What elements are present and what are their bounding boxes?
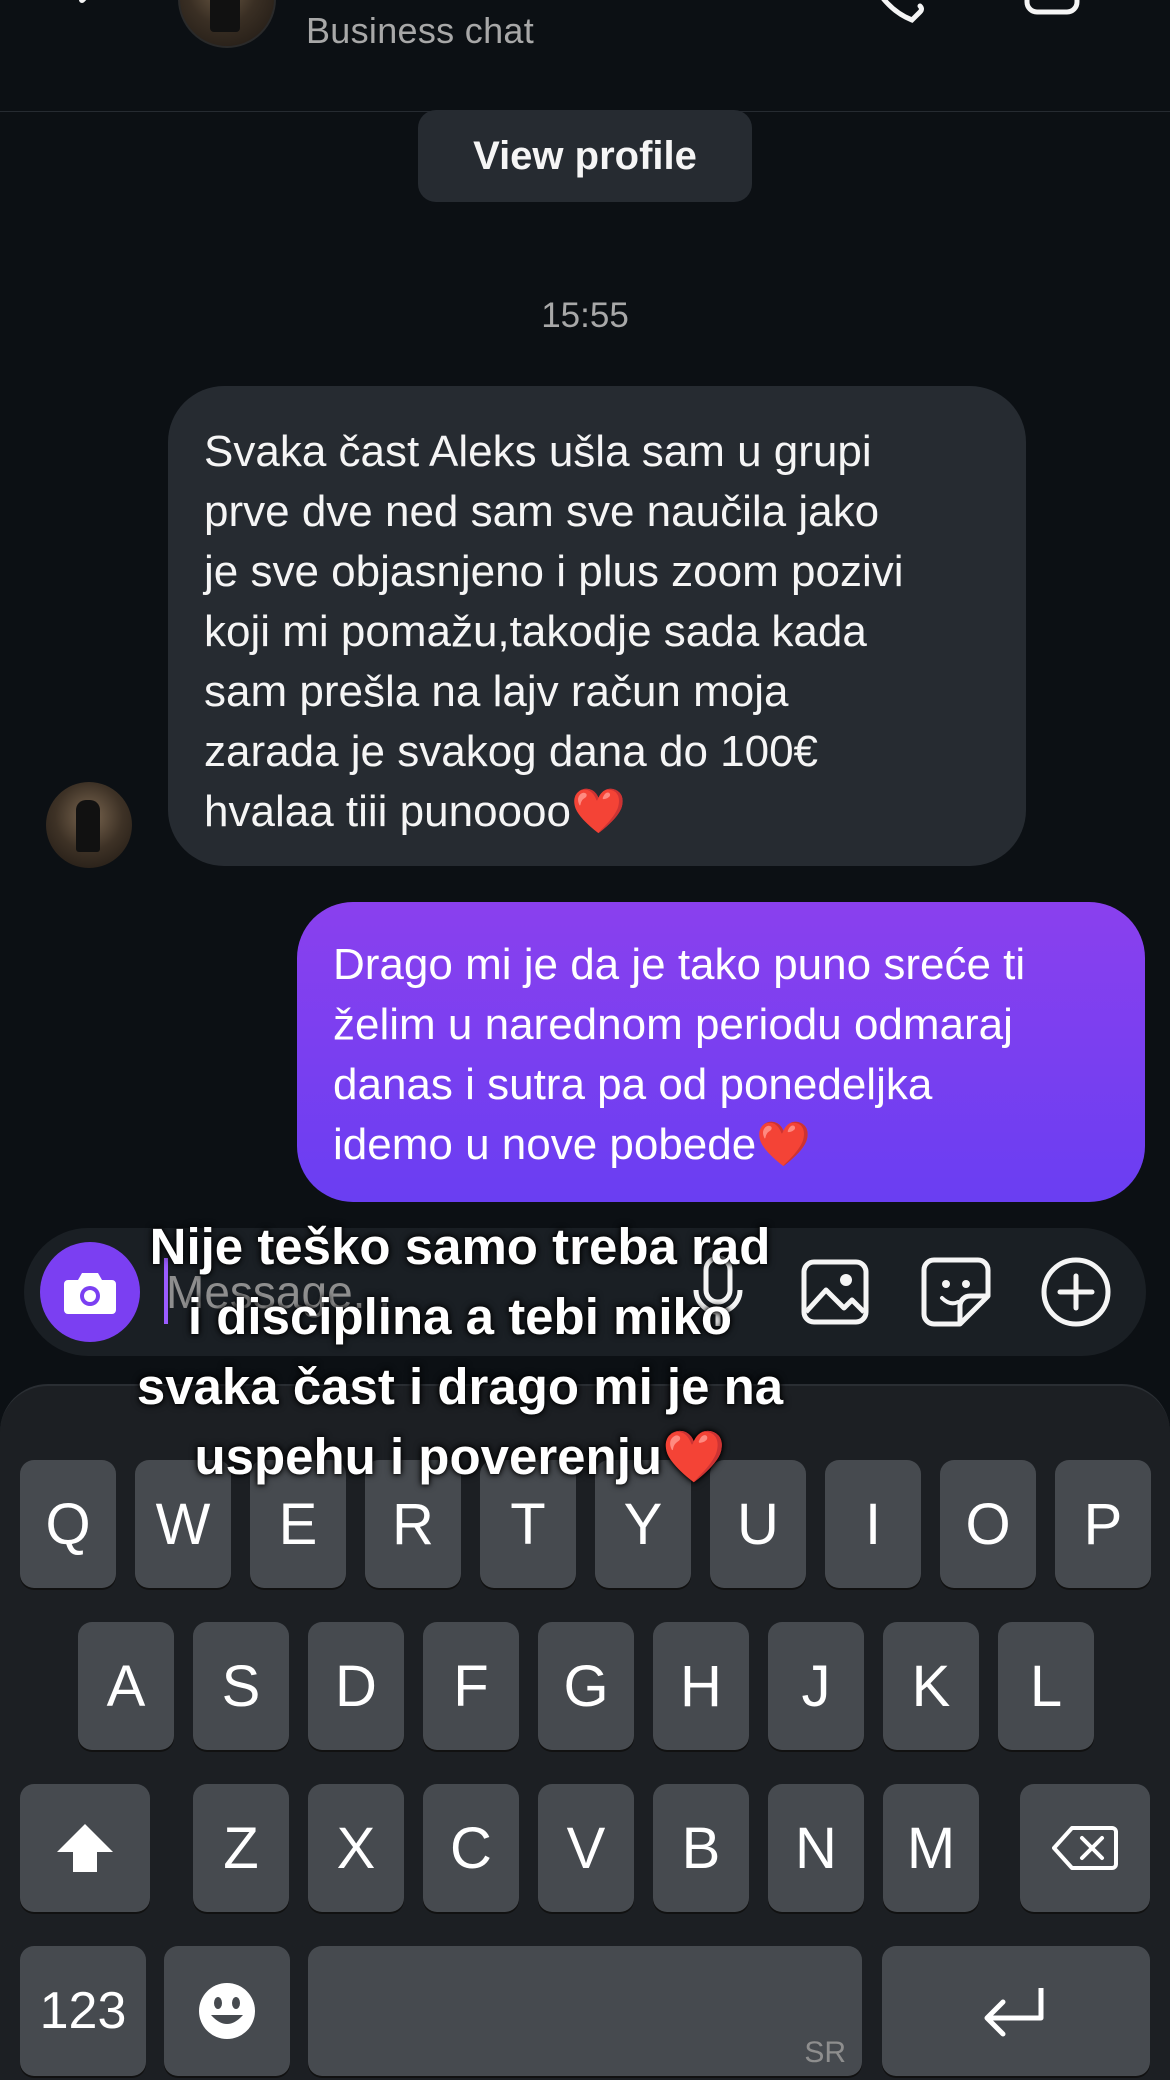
chat-header: Business chat — [0, 0, 1170, 112]
outgoing-message-bubble[interactable]: Drago mi je da je tako puno sreće ti žel… — [297, 902, 1145, 1202]
numbers-key[interactable]: 123 — [20, 1946, 146, 2076]
dm-screen: Business chat View profile 15:55 Svaka č… — [0, 0, 1170, 2080]
sender-avatar[interactable] — [46, 782, 132, 868]
phone-icon[interactable] — [862, 0, 934, 32]
key-m[interactable]: M — [883, 1784, 979, 1912]
backspace-icon — [1052, 1826, 1118, 1870]
message-timestamp: 15:55 — [541, 296, 629, 335]
incoming-message-bubble[interactable]: Svaka čast Aleks ušla sam u grupi prve d… — [168, 386, 1026, 866]
back-arrow-icon[interactable] — [60, 0, 130, 40]
key-a[interactable]: A — [78, 1622, 174, 1750]
key-p[interactable]: P — [1055, 1460, 1151, 1588]
key-x[interactable]: X — [308, 1784, 404, 1912]
key-z[interactable]: Z — [193, 1784, 289, 1912]
overlay-caption: Nije teško samo treba rad i disciplina a… — [136, 1218, 784, 1485]
chat-type-label: Business chat — [306, 10, 535, 51]
shift-icon — [57, 1824, 113, 1872]
key-g[interactable]: G — [538, 1622, 634, 1750]
key-c[interactable]: C — [423, 1784, 519, 1912]
key-n[interactable]: N — [768, 1784, 864, 1912]
plus-circle-icon[interactable] — [1034, 1250, 1118, 1334]
key-v[interactable]: V — [538, 1784, 634, 1912]
video-camera-icon[interactable] — [1022, 0, 1102, 32]
return-key[interactable] — [882, 1946, 1150, 2076]
key-k[interactable]: K — [883, 1622, 979, 1750]
space-key[interactable]: SR — [308, 1946, 862, 2076]
sticker-icon[interactable] — [914, 1250, 998, 1334]
keyboard-language-label: SR — [804, 2036, 846, 2069]
contact-avatar[interactable] — [178, 0, 276, 48]
key-f[interactable]: F — [423, 1622, 519, 1750]
emoji-key[interactable] — [164, 1946, 290, 2076]
emoji-icon — [199, 1983, 255, 2039]
view-profile-button[interactable]: View profile — [418, 110, 752, 202]
key-o[interactable]: O — [940, 1460, 1036, 1588]
key-s[interactable]: S — [193, 1622, 289, 1750]
key-h[interactable]: H — [653, 1622, 749, 1750]
backspace-key[interactable] — [1020, 1784, 1150, 1912]
key-d[interactable]: D — [308, 1622, 404, 1750]
key-l[interactable]: L — [998, 1622, 1094, 1750]
return-icon — [984, 1988, 1044, 2037]
key-b[interactable]: B — [653, 1784, 749, 1912]
shift-key[interactable] — [20, 1784, 150, 1912]
key-j[interactable]: J — [768, 1622, 864, 1750]
